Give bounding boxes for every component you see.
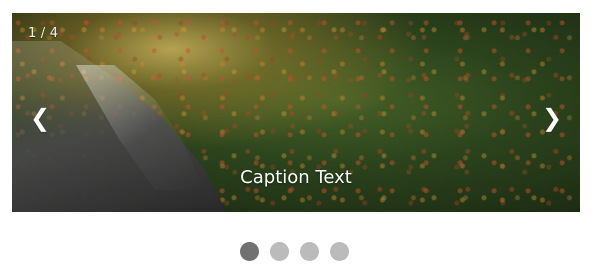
slide-dot-4[interactable] — [330, 242, 349, 261]
next-slide-button[interactable]: ❯ — [540, 106, 564, 130]
slideshow: 1 / 4 ❮ ❯ Caption Text — [12, 13, 580, 212]
slide-indicators — [240, 242, 349, 261]
slide-caption: Caption Text — [240, 167, 352, 188]
slide-counter: 1 / 4 — [28, 26, 59, 41]
chevron-right-icon: ❯ — [541, 104, 563, 132]
slide-dot-2[interactable] — [270, 242, 289, 261]
chevron-left-icon: ❮ — [29, 104, 51, 132]
previous-slide-button[interactable]: ❮ — [28, 106, 52, 130]
slide-dot-3[interactable] — [300, 242, 319, 261]
slide-dot-1[interactable] — [240, 242, 259, 261]
